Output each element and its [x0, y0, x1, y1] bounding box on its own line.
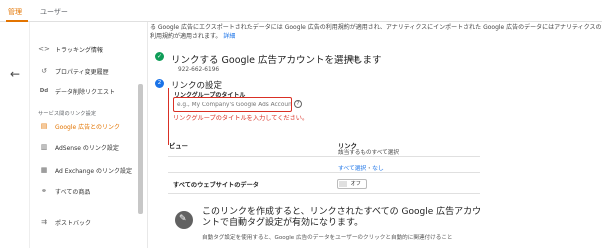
sidebar-item-google-ads-linking[interactable]: ▤ Google 広告とのリンク	[38, 119, 120, 133]
column-header-view: ビュー	[169, 143, 188, 150]
all-products-icon: ⚭	[41, 187, 47, 195]
sidebar-item-all-products[interactable]: ⚭ すべての商品	[38, 184, 90, 198]
sidebar-item-label: トラッキング情報	[55, 46, 103, 54]
auto-tagging-tag-icon: ✎	[175, 211, 193, 229]
error-message: リンクグループのタイトルを入力してください。	[173, 115, 309, 122]
tab-admin[interactable]: 管理	[8, 7, 22, 17]
sidebar-item-label: すべての商品	[55, 188, 91, 196]
code-icon: <>	[38, 45, 50, 53]
tab-users[interactable]: ユーザー	[40, 7, 68, 17]
divider	[168, 156, 480, 157]
account-id: 922-662-6196	[178, 67, 220, 73]
edit-button[interactable]: 編集	[348, 54, 360, 63]
postback-icon: ⇉	[41, 218, 47, 226]
column-subheader-select: 該当するものすべて選択	[338, 150, 399, 156]
learn-more-link[interactable]: 詳細	[223, 33, 235, 40]
terms-line-1: る Google 広告にエクスポートされたデータには Google 広告の利用規…	[150, 24, 602, 31]
sidebar-item-postbacks[interactable]: ⇉ ポストバック	[38, 215, 91, 229]
step2-number-badge: 2	[155, 79, 164, 88]
dd-icon: Dd	[39, 88, 49, 94]
divider	[168, 172, 480, 173]
sidebar-item-adsense-linking[interactable]: ▥ AdSense のリンク設定	[38, 140, 119, 154]
google-ads-icon: ▤	[40, 122, 48, 130]
help-icon[interactable]: ?	[294, 100, 302, 108]
link-toggle[interactable]: オフ	[337, 179, 367, 189]
sidebar-item-data-deletion[interactable]: Dd データ削除リクエスト	[38, 84, 115, 98]
select-controls: すべて選択・なし	[338, 163, 384, 172]
left-rail: ←	[0, 22, 30, 248]
top-nav: 管理 ユーザー	[0, 0, 602, 22]
admin-sidebar: <> トラッキング情報 ↺ プロパティ変更履歴 Dd データ削除リクエスト サー…	[30, 22, 148, 248]
section-product-linking: サービス間のリンク設定	[38, 111, 97, 117]
sidebar-item-label: Google 広告とのリンク	[55, 123, 121, 131]
sidebar-item-ad-exchange-linking[interactable]: ▦ Ad Exchange のリンク設定	[38, 163, 132, 177]
sidebar-item-label: AdSense のリンク設定	[55, 144, 119, 152]
step-complete-check-icon: ✓	[155, 52, 164, 61]
sidebar-item-label: Ad Exchange のリンク設定	[55, 167, 132, 175]
link-group-title-input[interactable]	[173, 97, 292, 112]
auto-tagging-notice-title: このリンクを作成すると、リンクされたすべての Google 広告アカウ ントで自…	[202, 207, 502, 229]
back-arrow-icon[interactable]: ←	[10, 67, 20, 81]
history-icon: ↺	[41, 67, 47, 75]
terms-text: る Google 広告にエクスポートされたデータには Google 広告の利用規…	[150, 23, 602, 41]
ad-exchange-icon: ▦	[40, 166, 48, 174]
auto-tagging-notice-body: 自動タグ設定を使用すると、Google 広告のデータをユーザーのクリックと自動的…	[202, 235, 453, 241]
view-name: すべてのウェブサイトのデータ	[173, 182, 259, 189]
sidebar-item-label: ポストバック	[55, 219, 92, 227]
notice-title-line-1: このリンクを作成すると、リンクされたすべての Google 広告アカウ	[202, 207, 482, 217]
notice-title-line-2: ントで自動タグ設定が有効になります。	[202, 218, 364, 228]
sidebar-scrollbar[interactable]	[138, 84, 143, 214]
adsense-icon: ▥	[40, 143, 48, 151]
divider	[168, 193, 480, 194]
terms-line-2: 利用規約が適用されます。	[150, 33, 222, 40]
sidebar-item-label: プロパティ変更履歴	[55, 68, 109, 76]
sidebar-item-change-history[interactable]: ↺ プロパティ変更履歴	[38, 64, 109, 78]
sidebar-item-label: データ削除リクエスト	[55, 88, 116, 96]
sidebar-item-tracking-info[interactable]: <> トラッキング情報	[38, 42, 103, 56]
